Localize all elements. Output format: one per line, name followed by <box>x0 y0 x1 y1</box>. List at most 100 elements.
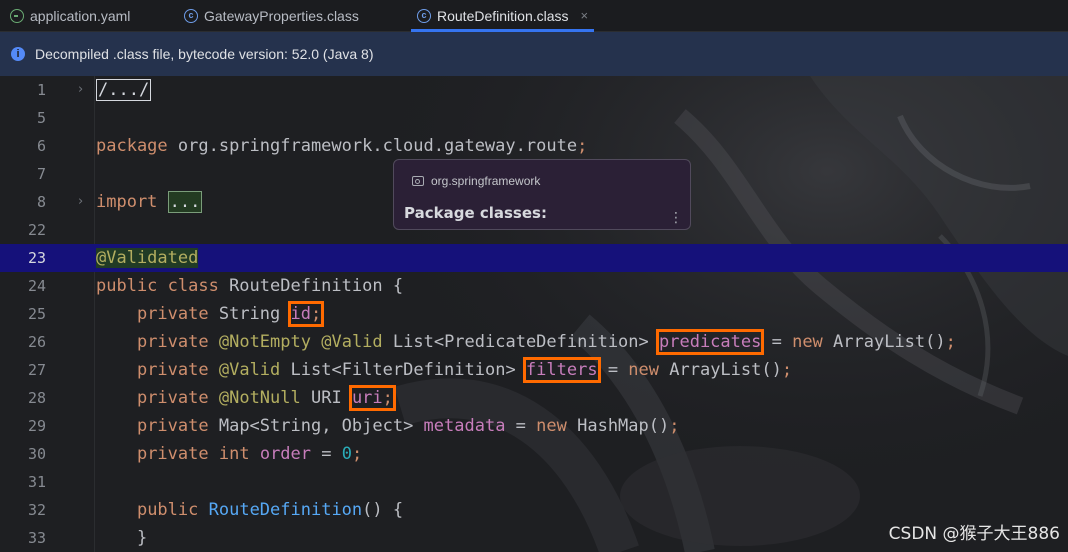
line-number: 23 <box>27 249 46 267</box>
assign-operator: = <box>311 444 342 464</box>
watermark: CSDN @猴子大王886 <box>888 524 1060 544</box>
import-keyword: import <box>96 192 158 212</box>
folded-imports[interactable]: ... <box>167 191 203 213</box>
field-type: URI <box>300 388 352 408</box>
new-keyword: new <box>536 416 567 436</box>
constructor-params: () { <box>362 500 404 520</box>
fold-chevron-icon[interactable]: › <box>78 188 83 216</box>
assign-operator: = <box>597 360 629 380</box>
line-number: 27 <box>27 361 46 379</box>
tab-application-yaml[interactable]: application.yaml <box>10 0 130 31</box>
code-line: 31 <box>0 468 1068 496</box>
tab-label: RouteDefinition.class <box>437 7 569 24</box>
code-line: 27 private @Valid List<FilterDefinition>… <box>0 356 1068 384</box>
valid-annotation: @Valid <box>321 332 383 352</box>
popup-package-name: org.springframework <box>431 174 541 188</box>
constructor-name[interactable]: RouteDefinition <box>209 500 363 520</box>
line-number: 24 <box>27 277 46 295</box>
code-editor[interactable]: 1 › /.../ 5 6 package org.springframewor… <box>0 76 1068 552</box>
semicolon: ; <box>382 388 393 408</box>
line-number: 22 <box>27 221 46 239</box>
line-number: 8 <box>36 193 46 211</box>
code-line: 1 › /.../ <box>0 76 1068 104</box>
line-number: 6 <box>36 137 46 155</box>
tab-gateway-properties[interactable]: c GatewayProperties.class <box>184 0 359 31</box>
fold-chevron-icon[interactable]: › <box>78 76 83 104</box>
line-number: 26 <box>27 333 46 351</box>
code-line: 25 private String id; <box>0 300 1068 328</box>
line-number: 33 <box>27 529 46 547</box>
line-number: 28 <box>27 389 46 407</box>
notnull-annotation: @NotNull <box>218 388 301 408</box>
package-icon <box>412 176 424 186</box>
popup-title: Package classes: <box>404 204 547 222</box>
new-keyword: new <box>628 360 660 380</box>
constructor-call: HashMap() <box>566 416 670 436</box>
private-keyword: private <box>136 360 209 380</box>
package-quick-doc-popup[interactable]: org.springframework Package classes: ⋮ <box>393 159 691 230</box>
code-line: 30 private int order = 0; <box>0 440 1068 468</box>
line-number: 1 <box>36 81 46 99</box>
private-keyword: private <box>136 304 209 324</box>
field-metadata[interactable]: metadata <box>424 416 506 436</box>
field-predicates[interactable]: predicates <box>655 329 765 355</box>
close-tab-icon[interactable]: × <box>581 8 589 23</box>
code-line: 24 public class RouteDefinition { <box>0 272 1068 300</box>
assign-operator: = <box>505 416 537 436</box>
field-type: List<FilterDefinition> <box>280 360 526 380</box>
package-keyword: package <box>96 136 168 156</box>
semicolon: ; <box>669 416 680 436</box>
private-keyword: private <box>136 444 209 464</box>
yaml-file-icon <box>10 8 24 23</box>
class-file-icon: c <box>417 8 431 23</box>
line-number: 5 <box>36 109 46 127</box>
more-options-icon[interactable]: ⋮ <box>669 210 683 226</box>
line-number: 29 <box>27 417 46 435</box>
editor-tab-bar: application.yaml c GatewayProperties.cla… <box>0 0 1068 32</box>
field-type: List<PredicateDefinition> <box>382 332 659 352</box>
new-keyword: new <box>792 332 823 352</box>
line-number: 31 <box>27 473 46 491</box>
popup-package-row: org.springframework <box>412 174 540 188</box>
code-line: 5 <box>0 104 1068 132</box>
class-declaration: RouteDefinition { <box>218 276 404 296</box>
line-number: 25 <box>27 305 46 323</box>
line-number: 7 <box>36 165 46 183</box>
info-icon: i <box>11 47 25 61</box>
folded-header[interactable]: /.../ <box>96 79 152 101</box>
field-filters[interactable]: filters <box>522 357 601 383</box>
assign-operator: = <box>761 332 793 352</box>
private-keyword: private <box>136 388 209 408</box>
code-line: 26 private @NotEmpty @Valid List<Predica… <box>0 328 1068 356</box>
number-literal: 0 <box>341 444 352 464</box>
public-keyword: public <box>136 500 199 520</box>
class-keywords: public class <box>96 276 219 296</box>
semicolon: ; <box>781 360 793 380</box>
tab-label: application.yaml <box>30 7 131 24</box>
constructor-call: ArrayList() <box>822 332 946 352</box>
tab-route-definition[interactable]: c RouteDefinition.class × <box>410 0 595 32</box>
semicolon: ; <box>945 332 956 352</box>
private-keyword: private <box>136 332 209 352</box>
field-id[interactable]: id <box>291 304 311 324</box>
private-keyword: private <box>136 416 209 436</box>
closing-brace: } <box>136 528 148 548</box>
field-order[interactable]: order <box>260 444 311 464</box>
validated-annotation: @Validated <box>96 248 199 268</box>
code-line: 6 package org.springframework.cloud.gate… <box>0 132 1068 160</box>
constructor-call: ArrayList() <box>659 360 782 380</box>
banner-text: Decompiled .class file, bytecode version… <box>35 46 374 62</box>
field-uri[interactable]: uri <box>352 388 383 408</box>
line-number: 30 <box>27 445 46 463</box>
package-name: org.springframework.cloud.gateway.route <box>167 136 578 156</box>
semicolon: ; <box>577 136 588 156</box>
field-type: Map<String, Object> <box>208 416 424 436</box>
